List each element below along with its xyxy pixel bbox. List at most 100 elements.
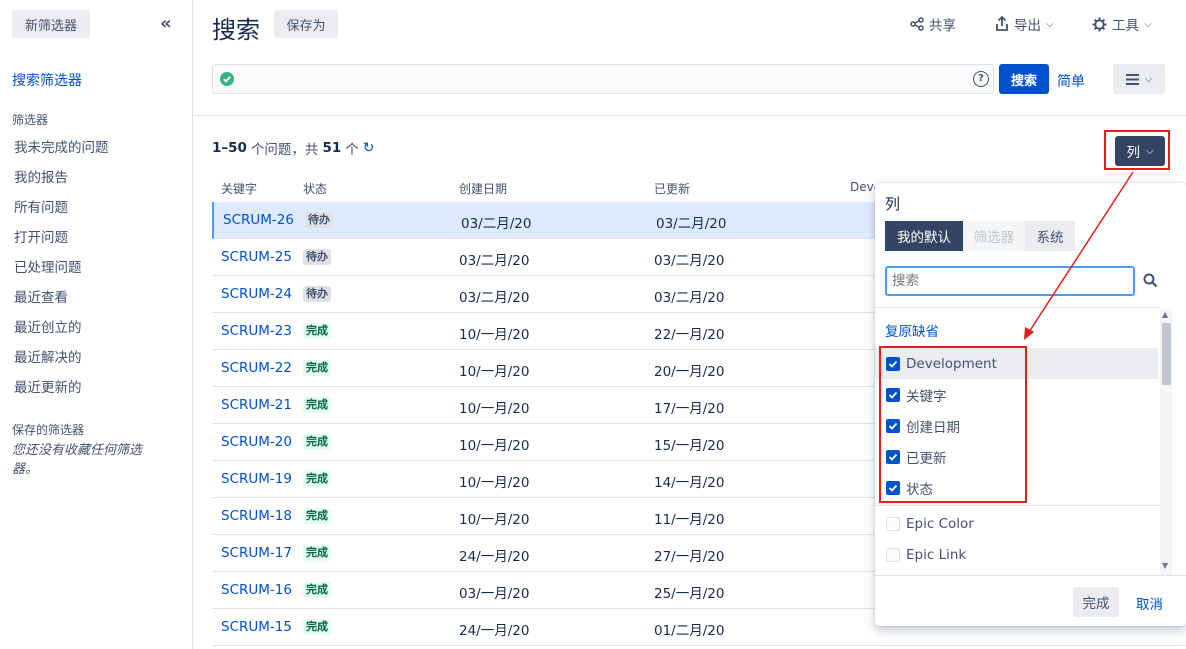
gear-icon (1092, 16, 1107, 32)
issue-key-link[interactable]: SCRUM-16 (221, 582, 292, 598)
issue-key-link[interactable]: SCRUM-23 (221, 323, 292, 339)
sidebar-filter-item[interactable]: 打开问题 (14, 226, 68, 246)
updated-date: 25/一月/20 (654, 586, 725, 602)
header-divider (194, 115, 1186, 116)
issue-key-link[interactable]: SCRUM-19 (221, 471, 292, 487)
chevron-down-icon: ⌵ (1144, 18, 1152, 30)
sidebar-filter-item[interactable]: 所有问题 (14, 196, 68, 216)
search-filters-link[interactable]: 搜索筛选器 (12, 70, 82, 90)
collapse-sidebar-icon[interactable]: « (160, 14, 178, 34)
checked-columns-annotation (879, 346, 1027, 503)
result-text: 个问题，共 (250, 142, 319, 158)
updated-date: 11/一月/20 (654, 512, 725, 528)
scroll-down-icon[interactable]: ▼ (1162, 561, 1168, 570)
issue-key-link[interactable]: SCRUM-21 (221, 397, 292, 413)
created-date: 10/一月/20 (459, 327, 530, 343)
checkbox-unchecked-icon[interactable] (886, 547, 900, 562)
tab-filter: 筛选器 (963, 221, 1025, 251)
issue-key-link[interactable]: SCRUM-15 (221, 619, 292, 635)
simple-search-link[interactable]: 简单 (1057, 71, 1085, 91)
restore-default-link[interactable]: 复原缺省 (885, 320, 939, 340)
created-date: 10/一月/20 (459, 364, 530, 380)
result-unit: 个 (345, 142, 359, 158)
done-button[interactable]: 完成 (1073, 587, 1119, 617)
cancel-button[interactable]: 取消 (1136, 593, 1163, 613)
tab-system[interactable]: 系统 (1025, 221, 1075, 251)
column-header-created[interactable]: 创建日期 (459, 180, 507, 197)
search-icon[interactable] (1143, 273, 1158, 288)
status-badge: 完成 (303, 582, 331, 598)
updated-date: 03/二月/20 (654, 253, 725, 269)
status-badge: 完成 (303, 471, 331, 487)
saved-filters-heading: 保存的筛选器 (12, 423, 85, 437)
checkbox-unchecked-icon[interactable] (886, 516, 900, 531)
sidebar-filter-item[interactable]: 已处理问题 (14, 256, 82, 276)
issue-key-link[interactable]: SCRUM-26 (223, 212, 294, 228)
column-option[interactable]: Epic Link (875, 539, 1158, 570)
updated-date: 20/一月/20 (654, 364, 725, 380)
column-picker-dropdown: 列 我的默认 筛选器 系统 复原缺省 Development关键字创建日期已更新… (875, 183, 1186, 626)
created-date: 03/二月/20 (459, 253, 530, 269)
column-header-key[interactable]: 关键字 (221, 180, 257, 197)
tools-button[interactable]: 工具 ⌵ (1092, 14, 1152, 34)
tools-label: 工具 (1112, 18, 1139, 34)
status-badge: 待办 (305, 212, 333, 228)
result-range: 1–50 (212, 140, 247, 156)
issue-key-link[interactable]: SCRUM-18 (221, 508, 292, 524)
refresh-icon[interactable]: ↻ (363, 140, 375, 156)
issue-key-link[interactable]: SCRUM-17 (221, 545, 292, 561)
updated-date: 17/一月/20 (654, 401, 725, 417)
status-badge: 完成 (303, 360, 331, 376)
share-label: 共享 (929, 18, 956, 34)
new-filter-button[interactable]: 新筛选器 (12, 10, 90, 38)
sidebar-filter-item[interactable]: 最近解决的 (14, 346, 82, 366)
sidebar-filter-item[interactable]: 我的报告 (14, 166, 68, 186)
created-date: 10/一月/20 (459, 438, 530, 454)
sidebar-filter-item[interactable]: 最近更新的 (14, 376, 82, 396)
column-option[interactable]: Epic Color (875, 508, 1158, 539)
export-button[interactable]: 导出 ⌵ (995, 14, 1054, 34)
result-total: 51 (322, 140, 342, 156)
column-header-status[interactable]: 状态 (303, 180, 327, 197)
created-date: 10/一月/20 (459, 512, 530, 528)
issue-key-link[interactable]: SCRUM-24 (221, 286, 292, 302)
created-date: 03/一月/20 (459, 586, 530, 602)
chevron-down-icon: ⌵ (1046, 18, 1054, 30)
status-badge: 完成 (303, 619, 331, 635)
status-badge: 待办 (303, 249, 331, 265)
picker-divider (875, 505, 1160, 506)
updated-date: 14/一月/20 (654, 475, 725, 491)
share-button[interactable]: 共享 (910, 14, 956, 34)
sidebar-filter-item[interactable]: 最近创立的 (14, 316, 82, 336)
column-header-updated[interactable]: 已更新 (654, 180, 690, 197)
columns-button[interactable]: 列 ⌵ (1115, 136, 1165, 166)
issue-key-link[interactable]: SCRUM-22 (221, 360, 292, 376)
updated-date: 27/一月/20 (654, 549, 725, 565)
created-date: 03/二月/20 (459, 290, 530, 306)
sidebar-filter-item[interactable]: 我未完成的问题 (14, 136, 109, 156)
updated-date: 01/二月/20 (654, 623, 725, 639)
save-as-button[interactable]: 保存为 (274, 10, 338, 38)
filters-heading: 筛选器 (12, 113, 49, 127)
search-button[interactable]: 搜索 (999, 64, 1049, 94)
sidebar: 新筛选器 « 搜索筛选器 筛选器 我未完成的问题 我的报告 所有问题 打开问题 … (0, 0, 193, 649)
scroll-up-icon[interactable]: ▲ (1162, 310, 1168, 319)
chevron-down-icon: ⌵ (1145, 145, 1154, 157)
query-input[interactable]: ? (212, 64, 994, 94)
created-date: 10/一月/20 (459, 475, 530, 491)
help-icon[interactable]: ? (973, 71, 989, 87)
scrollbar-thumb[interactable] (1162, 323, 1171, 385)
column-search-input[interactable] (885, 266, 1135, 296)
issue-key-link[interactable]: SCRUM-25 (221, 249, 292, 265)
updated-date: 03/二月/20 (656, 216, 727, 232)
sidebar-filter-item[interactable]: 最近查看 (14, 286, 68, 306)
issue-key-link[interactable]: SCRUM-20 (221, 434, 292, 450)
columns-button-label: 列 (1126, 145, 1140, 161)
created-date: 24/一月/20 (459, 549, 530, 565)
view-options-button[interactable]: ⌵ (1113, 64, 1165, 94)
tab-my-defaults[interactable]: 我的默认 (885, 221, 963, 251)
column-option-label: Epic Link (906, 546, 967, 563)
result-count: 1–50 个问题，共 51 个 ↻ (212, 138, 374, 158)
column-picker-title: 列 (885, 195, 901, 213)
page-title: 搜索 (212, 16, 260, 44)
